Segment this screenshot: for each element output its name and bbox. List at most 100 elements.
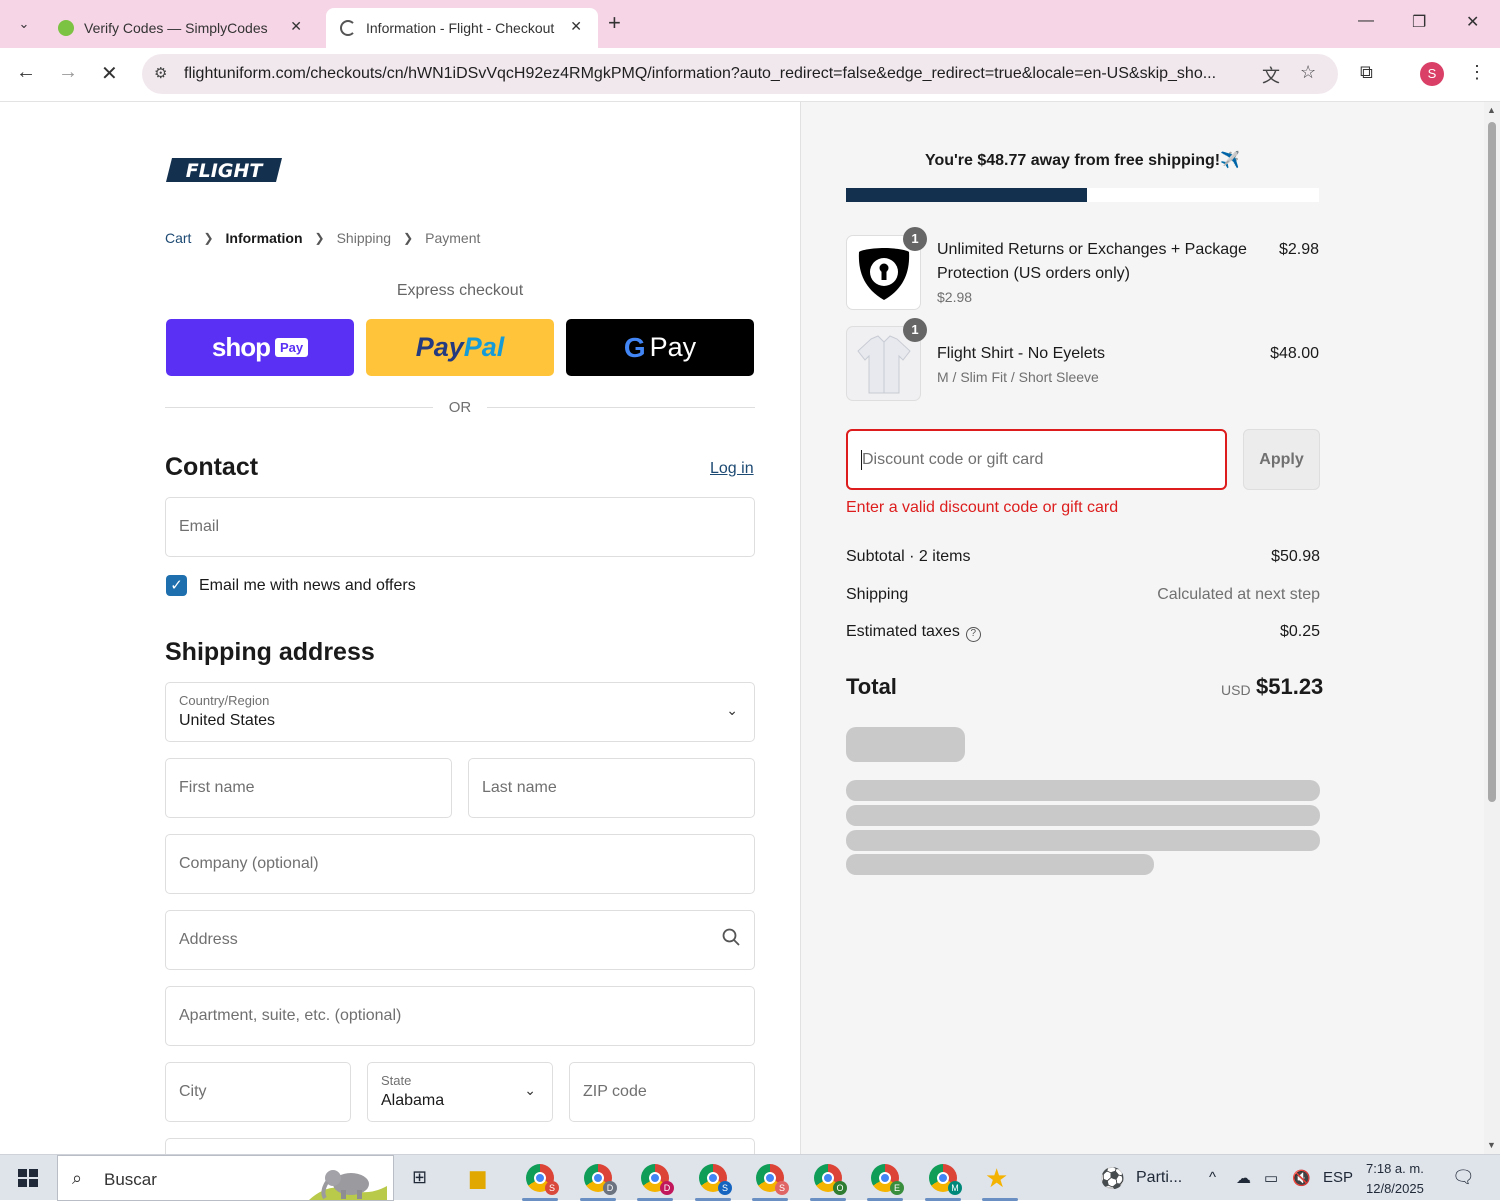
company-field[interactable]: Company (optional) [165,834,755,894]
notifications-icon[interactable]: 🗨 [1452,1167,1475,1188]
item-variant: M / Slim Fit / Short Sleeve [937,369,1099,385]
apartment-field[interactable]: Apartment, suite, etc. (optional) [165,986,755,1046]
checkout-main: FLIGHT Cart ❯ Information ❯ Shipping ❯ P… [0,102,800,1154]
task-view-icon[interactable]: ⊞ [412,1167,427,1188]
newsletter-checkbox[interactable]: ✓ [166,575,187,596]
apply-discount-button[interactable]: Apply [1243,429,1320,490]
svg-text:FLIGHT: FLIGHT [186,160,265,182]
state-select[interactable]: State Alabama ⌄ [367,1062,553,1122]
scroll-up-arrow-icon[interactable]: ▲ [1487,105,1496,115]
windows-start-button[interactable] [18,1169,38,1187]
stop-loading-button[interactable]: ✕ [101,61,118,86]
tab-title: Information - Flight - Checkout [366,20,555,36]
order-summary: You're $48.77 away from free shipping!✈️… [800,102,1484,1154]
apartment-placeholder: Apartment, suite, etc. (optional) [179,1007,402,1024]
clock[interactable]: 7:18 a. m. 12/8/2025 [1366,1159,1424,1199]
google-pay-button[interactable]: G Pay [566,319,754,376]
page-scrollbar[interactable]: ▲ ▼ [1484,102,1500,1154]
clock-time: 7:18 a. m. [1366,1161,1424,1176]
state-value: Alabama [381,1092,445,1109]
volume-muted-icon[interactable]: 🔇 [1292,1169,1311,1187]
soccer-ball-weather-icon[interactable]: ⚽ [1100,1166,1125,1191]
chrome-profile-icon[interactable]: D [641,1164,674,1195]
chrome-profile-icon[interactable]: D [584,1164,617,1195]
network-icon[interactable]: ▭ [1264,1169,1278,1187]
scroll-thumb[interactable] [1488,122,1496,802]
tab-search-button[interactable]: ⌄ [10,10,38,38]
breadcrumb-shipping: Shipping [336,230,392,246]
close-window-button[interactable]: ✕ [1466,12,1479,32]
loading-skeleton [846,805,1320,826]
chrome-profile-icon[interactable]: S [526,1164,559,1195]
free-shipping-banner: You're $48.77 away from free shipping!✈️ [924,152,1241,169]
country-label: Country/Region [179,693,270,708]
tab-flight-checkout[interactable]: Information - Flight - Checkout ✕ [326,8,598,48]
city-placeholder: City [179,1083,207,1100]
taskbar-search[interactable]: ⌕ Buscar [57,1155,394,1201]
chrome-profile-icon[interactable]: M [929,1164,962,1195]
site-info-icon[interactable]: ⚙ [154,64,167,82]
close-tab-icon[interactable]: ✕ [570,18,582,35]
address-bar[interactable]: ⚙ flightuniform.com/checkouts/cn/hWN1iDS… [142,54,1338,94]
language-indicator[interactable]: ESP [1323,1169,1353,1186]
loading-skeleton [846,854,1154,875]
close-tab-icon[interactable]: ✕ [290,18,302,35]
address-placeholder: Address [179,931,238,948]
email-field[interactable]: Email [165,497,755,557]
phone-field-partial[interactable] [165,1138,755,1154]
translate-icon[interactable]: 文 [1262,62,1280,88]
first-name-placeholder: First name [179,779,255,796]
loading-skeleton [846,727,965,762]
discount-placeholder: Discount code or gift card [862,451,1044,468]
profile-avatar[interactable]: S [1420,62,1444,86]
breadcrumb-cart[interactable]: Cart [165,230,191,246]
address-field[interactable]: Address [165,910,755,970]
last-name-field[interactable]: Last name [468,758,755,818]
back-button[interactable]: ← [16,61,36,84]
chevron-up-icon[interactable]: ^ [1209,1169,1216,1186]
weather-widget-text[interactable]: Parti... [1136,1169,1182,1187]
tab-strip: ⌄ Verify Codes — SimplyCodes ✕ Informati… [0,0,1500,48]
file-explorer-icon[interactable]: ▆ [470,1165,485,1190]
chrome-profile-icon[interactable]: S [699,1164,732,1195]
restore-button[interactable]: ❐ [1412,12,1426,32]
first-name-field[interactable]: First name [165,758,452,818]
gpay-label: Pay [649,332,697,362]
new-tab-button[interactable]: + [608,10,621,36]
forward-button[interactable]: → [58,61,78,84]
extensions-icon[interactable]: ⧉ [1360,62,1373,83]
free-shipping-progress [846,188,1319,202]
tab-simplycodes[interactable]: Verify Codes — SimplyCodes ✕ [48,8,318,48]
chrome-profile-icon[interactable]: O [814,1164,847,1195]
city-field[interactable]: City [165,1062,351,1122]
zip-placeholder: ZIP code [583,1083,647,1100]
taskbar-search-text: Buscar [104,1170,157,1189]
star-app-icon[interactable]: ★ [985,1163,1008,1194]
log-in-link[interactable]: Log in [710,460,754,478]
chrome-profile-icon[interactable]: S [756,1164,789,1195]
zip-field[interactable]: ZIP code [569,1062,755,1122]
last-name-placeholder: Last name [482,779,557,796]
checkout-page: FLIGHT Cart ❯ Information ❯ Shipping ❯ P… [0,102,1500,1154]
onedrive-cloud-icon[interactable]: ☁ [1236,1169,1251,1187]
scroll-down-arrow-icon[interactable]: ▼ [1487,1140,1496,1150]
country-value: United States [179,712,276,729]
minimize-button[interactable]: — [1358,12,1374,30]
chrome-profile-icon[interactable]: E [871,1164,904,1195]
discount-code-input[interactable]: Discount code or gift card [846,429,1227,490]
help-question-icon[interactable]: ? [965,627,981,642]
country-select[interactable]: Country/Region United States ⌄ [165,682,755,742]
menu-kebab-icon[interactable]: ⋮ [1468,62,1486,83]
windows-taskbar: ⌕ Buscar ⊞ ▆ S D D S S O E M ★ ⚽ Parti..… [0,1154,1500,1201]
url-text[interactable]: flightuniform.com/checkouts/cn/hWN1iDSvV… [184,65,1254,83]
google-g-icon: G [623,331,646,363]
taxes-row: Estimated taxes? $0.25 [846,623,1320,642]
flight-logo[interactable]: FLIGHT [166,158,282,182]
paypal-button[interactable]: PayPal [366,319,554,376]
chevron-down-icon: ⌄ [726,702,738,718]
newsletter-label[interactable]: Email me with news and offers [199,577,416,595]
bookmark-star-icon[interactable]: ☆ [1300,62,1316,83]
total-label: Total [846,674,897,699]
subtotal-value: $50.98 [1271,548,1320,565]
shop-pay-button[interactable]: shop Pay [166,319,354,376]
